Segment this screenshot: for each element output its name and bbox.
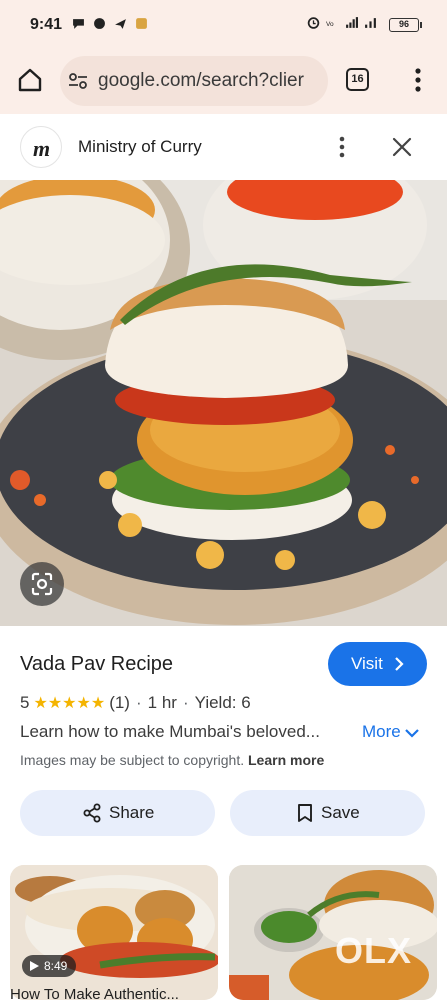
related-thumbnail-image (10, 865, 218, 1000)
signal-icon (346, 17, 358, 28)
close-icon[interactable] (389, 134, 415, 160)
bookmark-icon (298, 804, 312, 822)
recipe-description: Learn how to make Mumbai's beloved... (20, 722, 320, 741)
site-name[interactable]: Ministry of Curry (78, 137, 202, 157)
related-result-title[interactable]: How To Make Authentic... (10, 986, 210, 1000)
svg-text:m: m (33, 136, 50, 161)
status-time: 9:41 (30, 16, 63, 33)
svg-text:Vo: Vo (326, 21, 334, 28)
more-button[interactable]: More (362, 722, 401, 742)
copyright-notice: Images may be subject to copyright. Lear… (20, 752, 324, 768)
flight-icon (115, 19, 126, 29)
app-icon (136, 18, 147, 29)
browser-toolbar: google.com/search?clier 16 (0, 52, 447, 114)
save-label: Save (321, 803, 360, 822)
rating-value: 5 (20, 693, 30, 712)
google-lens-icon (31, 572, 53, 596)
signal-2-icon (365, 18, 376, 28)
recipe-yield: Yield: 6 (194, 693, 251, 712)
recipe-title[interactable]: Vada Pav Recipe (20, 653, 173, 676)
more-options-icon[interactable] (331, 134, 353, 160)
visit-button[interactable]: Visit (328, 642, 427, 686)
save-button[interactable]: Save (230, 790, 425, 836)
star-rating-icon: ★★★★★ (33, 695, 106, 712)
site-logo: m (20, 126, 62, 168)
ministry-of-curry-logo-icon: m (33, 136, 50, 161)
result-panel-header: m Ministry of Curry (0, 114, 447, 180)
volte-icon: Vo (326, 21, 334, 28)
separator-dot: · (135, 693, 142, 712)
home-icon[interactable] (16, 66, 44, 94)
messenger-icon (94, 18, 105, 29)
address-bar[interactable]: google.com/search?clier (60, 56, 328, 106)
play-icon (30, 961, 39, 971)
video-duration-badge: 8:49 (22, 955, 76, 977)
lens-search-button[interactable] (20, 562, 64, 606)
browser-menu-icon[interactable] (408, 66, 428, 94)
related-result-card[interactable] (10, 865, 218, 1000)
video-duration: 8:49 (44, 959, 68, 973)
rating-row: 5 ★★★★★ (1) · 1 hr · Yield: 6 (20, 692, 251, 714)
separator-dot: · (182, 693, 189, 712)
site-settings-icon[interactable] (68, 72, 88, 90)
olx-watermark: OLX (335, 930, 413, 971)
battery-indicator: 96 (389, 18, 422, 32)
system-icons: Vo (307, 16, 377, 29)
share-icon (83, 803, 101, 823)
vada-pav-image (0, 180, 447, 626)
alarm-icon (307, 17, 320, 29)
url-text: google.com/search?clier (98, 70, 304, 91)
chat-icon (73, 19, 84, 29)
visit-button-label: Visit (351, 654, 383, 673)
status-bar: 9:41 Vo 96 (0, 0, 447, 52)
copyright-text: Images may be subject to copyright. (20, 752, 245, 768)
chevron-right-icon (395, 657, 404, 671)
share-label: Share (109, 803, 155, 822)
review-count: (1) (109, 693, 130, 712)
learn-more-link[interactable]: Learn more (248, 752, 324, 768)
chevron-down-icon[interactable] (405, 729, 419, 738)
tab-switcher-button[interactable]: 16 (346, 68, 369, 91)
cook-time: 1 hr (147, 693, 177, 712)
notification-icons (72, 17, 148, 30)
recipe-image[interactable] (0, 180, 447, 626)
share-button[interactable]: Share (20, 790, 215, 836)
